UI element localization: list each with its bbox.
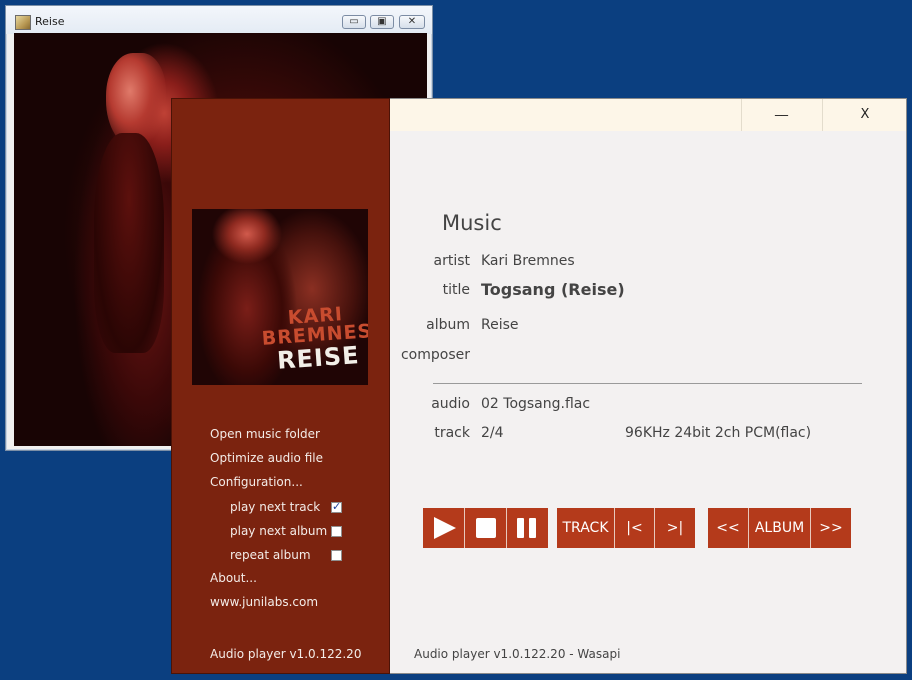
track-button[interactable]: TRACK (557, 508, 615, 548)
viewer-close-button[interactable]: ✕ (399, 15, 425, 29)
album-cover-art: KARI BREMNES REISE (192, 209, 368, 385)
play-next-album-label: play next album (230, 524, 328, 538)
artist-label: artist (433, 253, 471, 269)
previous-album-button[interactable]: << (708, 508, 749, 548)
title-value: Togsang (Reise) (481, 280, 625, 299)
audio-format-value: 96KHz 24bit 2ch PCM(flac) (625, 425, 812, 441)
status-text: Audio player v1.0.122.20 - Wasapi (414, 647, 621, 661)
configuration-link[interactable]: Configuration... (210, 475, 303, 489)
cover-text: KARI BREMNES REISE (260, 303, 368, 375)
viewer-titlebar[interactable]: Reise ▭ ▣ ✕ (6, 6, 432, 34)
repeat-album-checkbox[interactable] (331, 550, 342, 561)
player-minimize-button[interactable]: __ (741, 99, 821, 131)
player-sidebar: KARI BREMNES REISE Open music folder Opt… (171, 98, 390, 674)
audio-label: audio (431, 396, 470, 412)
player-main-panel: __ X Music artist Kari Bremnes title Tog… (390, 98, 907, 674)
next-album-button[interactable]: >> (811, 508, 851, 548)
composer-label: composer (400, 347, 470, 363)
player-titlebar[interactable]: __ X (390, 99, 906, 131)
previous-track-button[interactable]: |< (615, 508, 655, 548)
about-link[interactable]: About... (210, 571, 257, 585)
play-button[interactable] (423, 508, 465, 548)
pause-button[interactable] (507, 508, 548, 548)
audio-file-value: 02 Togsang.flac (481, 396, 591, 412)
track-value: 2/4 (481, 425, 504, 441)
album-label: album (426, 317, 470, 333)
play-next-track-checkbox[interactable] (331, 500, 342, 513)
optimize-audio-file-link[interactable]: Optimize audio file (210, 451, 323, 465)
album-button[interactable]: ALBUM (749, 508, 811, 548)
album-value: Reise (481, 317, 519, 333)
sidebar-version-text: Audio player v1.0.122.20 (210, 647, 362, 661)
viewer-minimize-button[interactable]: ▭ (342, 15, 366, 29)
image-viewer-icon (15, 15, 31, 30)
viewer-maximize-button[interactable]: ▣ (370, 15, 394, 29)
cover-album-name: REISE (276, 341, 361, 375)
photo-singer-silhouette (94, 133, 164, 353)
player-close-button[interactable]: X (822, 99, 907, 131)
info-divider (433, 383, 862, 384)
audio-player-window: KARI BREMNES REISE Open music folder Opt… (171, 98, 907, 674)
viewer-title: Reise (35, 15, 65, 28)
artist-value: Kari Bremnes (481, 253, 575, 269)
repeat-album-label: repeat album (230, 548, 311, 562)
track-label: track (434, 425, 470, 441)
next-track-button[interactable]: >| (655, 508, 695, 548)
play-icon (434, 517, 456, 539)
stop-icon (476, 518, 496, 538)
website-link[interactable]: www.junilabs.com (210, 595, 318, 609)
play-next-album-checkbox[interactable] (331, 526, 342, 537)
open-music-folder-link[interactable]: Open music folder (210, 427, 320, 441)
section-heading: Music (442, 211, 502, 235)
title-label: title (442, 282, 470, 298)
play-next-track-label: play next track (230, 500, 321, 514)
stop-button[interactable] (465, 508, 507, 548)
